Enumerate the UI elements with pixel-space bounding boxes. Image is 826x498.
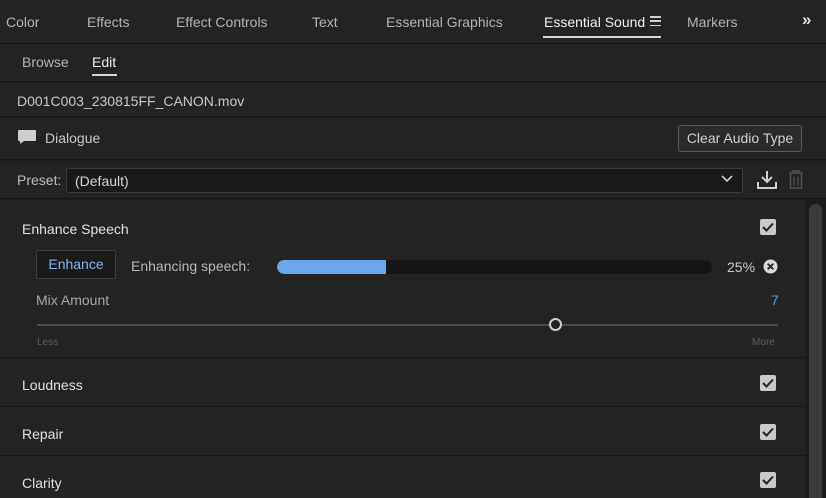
audio-type-row: Dialogue Clear Audio Type [0, 118, 826, 160]
check-icon [762, 378, 774, 388]
chevron-down-icon [721, 175, 733, 183]
mix-amount-slider[interactable] [37, 318, 778, 331]
enhance-progress-fill [277, 260, 386, 274]
enhance-button[interactable]: Enhance [36, 250, 116, 279]
tab-essential-graphics[interactable]: Essential Graphics [386, 14, 503, 30]
trash-icon [789, 170, 803, 189]
clear-audio-type-button[interactable]: Clear Audio Type [678, 125, 802, 152]
clarity-checkbox[interactable] [760, 472, 776, 488]
scrollbar-thumb[interactable] [809, 204, 822, 498]
tab-essential-sound[interactable]: Essential Sound [544, 14, 645, 30]
audio-type-label: Dialogue [45, 130, 101, 146]
section-divider [0, 455, 806, 456]
clarity-title[interactable]: Clarity [22, 475, 62, 491]
enhance-speech-title: Enhance Speech [22, 221, 129, 237]
tab-overflow-chevron-icon[interactable]: » [802, 10, 811, 30]
vertical-scrollbar[interactable] [806, 200, 826, 498]
repair-checkbox[interactable] [760, 424, 776, 440]
mix-amount-value[interactable]: 7 [771, 292, 779, 308]
panel-menu-icon[interactable] [650, 16, 661, 27]
essential-sound-panel: Enhance Speech Enhance Enhancing speech:… [0, 200, 806, 498]
repair-title[interactable]: Repair [22, 426, 63, 442]
speech-bubble-icon [18, 130, 36, 144]
check-icon [762, 427, 774, 437]
tab-effect-controls[interactable]: Effect Controls [176, 14, 268, 30]
tab-color[interactable]: Color [6, 14, 39, 30]
slider-less-label: Less [37, 337, 59, 348]
clip-name: D001C003_230815FF_CANON.mov [17, 93, 245, 109]
preset-dropdown[interactable]: (Default) [66, 168, 743, 193]
enhance-progress-bar [277, 260, 712, 274]
sub-tab-underline [92, 74, 117, 76]
preset-row: Preset: (Default) [0, 161, 826, 199]
clip-row: D001C003_230815FF_CANON.mov [0, 83, 826, 117]
preset-value: (Default) [75, 173, 129, 189]
tab-markers[interactable]: Markers [687, 14, 738, 30]
section-divider [0, 406, 806, 407]
enhancing-speech-label: Enhancing speech: [131, 258, 251, 274]
tab-text[interactable]: Text [312, 14, 338, 30]
active-tab-underline [543, 36, 661, 38]
mix-amount-label: Mix Amount [36, 292, 110, 308]
mix-amount-slider-thumb[interactable] [549, 318, 563, 331]
tab-browse[interactable]: Browse [22, 54, 69, 70]
enhance-speech-checkbox[interactable] [760, 219, 776, 235]
panel-tab-bar: Color Effects Effect Controls Text Essen… [0, 0, 826, 44]
check-icon [762, 475, 774, 485]
tab-edit[interactable]: Edit [92, 54, 116, 70]
enhance-progress-text: 25% [727, 259, 756, 275]
tab-effects[interactable]: Effects [87, 14, 130, 30]
save-preset-icon[interactable] [756, 170, 778, 190]
sub-tab-bar: Browse Edit [0, 44, 826, 82]
loudness-title[interactable]: Loudness [22, 377, 83, 393]
cancel-icon[interactable] [763, 259, 778, 274]
loudness-checkbox[interactable] [760, 375, 776, 391]
check-icon [762, 222, 774, 232]
preset-label: Preset: [17, 172, 62, 188]
section-divider [0, 357, 806, 358]
slider-more-label: More [752, 337, 775, 348]
